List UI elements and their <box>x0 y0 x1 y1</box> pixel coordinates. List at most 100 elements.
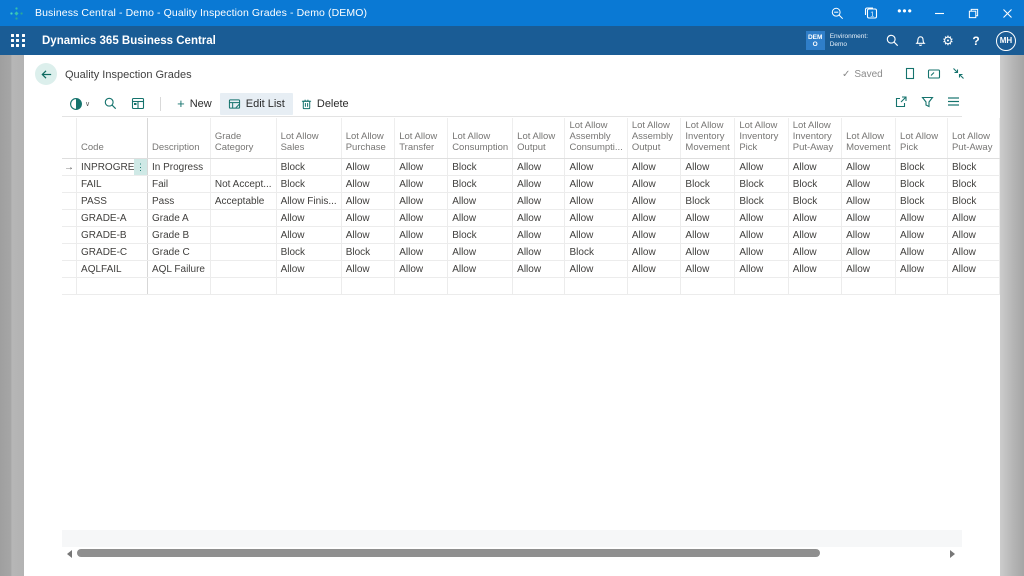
environment-badge[interactable]: DEMO <box>806 31 825 50</box>
cell[interactable] <box>735 278 788 295</box>
cell[interactable]: Allow <box>565 261 627 278</box>
cell[interactable]: Allow <box>448 244 513 261</box>
cell[interactable]: Allow Finis... <box>276 193 341 210</box>
cell[interactable]: Block <box>735 193 788 210</box>
cell[interactable] <box>210 278 276 295</box>
row-selector[interactable] <box>62 244 77 261</box>
cell[interactable]: Allow <box>788 227 841 244</box>
cell[interactable]: Allow <box>681 159 735 176</box>
cell[interactable]: Allow <box>565 210 627 227</box>
cell[interactable]: Block <box>276 159 341 176</box>
cell[interactable]: Allow <box>842 210 896 227</box>
cell[interactable] <box>210 159 276 176</box>
cell[interactable]: GRADE-B <box>77 227 148 244</box>
cell-context-menu[interactable]: ⋮ <box>134 159 147 175</box>
column-header[interactable]: Code <box>77 118 148 159</box>
cell[interactable]: Allow <box>341 176 395 193</box>
cell[interactable]: Block <box>681 176 735 193</box>
cell[interactable]: Allow <box>627 261 681 278</box>
column-header[interactable]: Lot Allow Put-Away <box>947 118 999 159</box>
cell[interactable]: Allow <box>513 227 565 244</box>
cell[interactable]: PASS <box>77 193 148 210</box>
cell[interactable]: Allow <box>341 159 395 176</box>
cell[interactable] <box>210 261 276 278</box>
cell[interactable] <box>395 278 448 295</box>
zoom-out-icon[interactable] <box>820 0 854 26</box>
cell[interactable]: Block <box>896 176 948 193</box>
cell[interactable] <box>147 278 210 295</box>
column-header[interactable]: Lot Allow Inventory Pick <box>735 118 788 159</box>
cell[interactable]: Allow <box>681 261 735 278</box>
cell[interactable]: Allow <box>448 210 513 227</box>
cell[interactable]: In Progress <box>147 159 210 176</box>
cell[interactable]: Block <box>896 193 948 210</box>
cell[interactable]: Allow <box>395 210 448 227</box>
row-selector[interactable] <box>62 227 77 244</box>
cell[interactable]: Pass <box>147 193 210 210</box>
row-selector[interactable] <box>62 261 77 278</box>
cell[interactable]: Allow <box>513 176 565 193</box>
bookmark-icon[interactable] <box>904 67 916 80</box>
cell[interactable]: Block <box>681 193 735 210</box>
cell[interactable]: Allow <box>565 159 627 176</box>
avatar[interactable]: MH <box>996 31 1016 51</box>
cell[interactable]: Block <box>896 159 948 176</box>
cell[interactable]: Allow <box>395 176 448 193</box>
cell[interactable]: GRADE-C <box>77 244 148 261</box>
notifications-bell-icon[interactable] <box>906 26 934 55</box>
cell[interactable]: Block <box>341 244 395 261</box>
cell[interactable]: Not Accept... <box>210 176 276 193</box>
cell[interactable]: Allow <box>681 210 735 227</box>
cell[interactable]: Allow <box>513 159 565 176</box>
settings-gear-icon[interactable]: ⚙ <box>934 26 962 55</box>
more-menu-icon[interactable]: ••• <box>888 0 922 26</box>
cell[interactable]: Allow <box>448 193 513 210</box>
cell[interactable]: Allow <box>842 159 896 176</box>
cell[interactable]: Allow <box>513 261 565 278</box>
cell[interactable] <box>947 278 999 295</box>
column-header[interactable]: Lot Allow Assembly Consumpti... <box>565 118 627 159</box>
cell[interactable] <box>210 227 276 244</box>
filter-funnel-icon[interactable] <box>921 96 934 111</box>
cell[interactable]: Allow <box>947 210 999 227</box>
cell[interactable]: Allow <box>842 227 896 244</box>
column-header[interactable]: Grade Category <box>210 118 276 159</box>
cell[interactable] <box>210 244 276 261</box>
cell[interactable]: Block <box>448 176 513 193</box>
cell[interactable] <box>77 278 148 295</box>
cell[interactable]: Allow <box>947 227 999 244</box>
cell[interactable]: Block <box>565 244 627 261</box>
cell[interactable]: Allow <box>395 227 448 244</box>
cell[interactable]: Allow <box>627 193 681 210</box>
row-selector[interactable] <box>62 176 77 193</box>
cell[interactable]: Block <box>735 176 788 193</box>
column-header[interactable]: Lot Allow Movement <box>842 118 896 159</box>
edit-list-button[interactable]: Edit List <box>220 93 293 115</box>
cell[interactable]: Allow <box>513 244 565 261</box>
cell[interactable]: Block <box>276 244 341 261</box>
cell[interactable]: Allow <box>788 210 841 227</box>
cell[interactable]: Allow <box>947 261 999 278</box>
cell[interactable]: Grade C <box>147 244 210 261</box>
cell[interactable]: Block <box>276 176 341 193</box>
options-menu-icon[interactable] <box>947 96 960 110</box>
tab-switcher-icon[interactable]: 1 <box>854 0 888 26</box>
row-selector[interactable] <box>62 210 77 227</box>
cell[interactable]: Acceptable <box>210 193 276 210</box>
cell[interactable]: Allow <box>735 227 788 244</box>
row-selector[interactable]: → <box>62 159 77 176</box>
cell[interactable]: GRADE-A <box>77 210 148 227</box>
cell[interactable]: Allow <box>842 244 896 261</box>
waffle-icon[interactable] <box>11 34 25 48</box>
cell[interactable]: Block <box>788 176 841 193</box>
column-header[interactable]: Lot Allow Inventory Movement <box>681 118 735 159</box>
search-icon[interactable] <box>878 26 906 55</box>
restore-icon[interactable] <box>956 0 990 26</box>
cell[interactable]: Block <box>448 159 513 176</box>
column-header[interactable]: Description <box>147 118 210 159</box>
search-list-icon[interactable] <box>97 93 124 115</box>
cell[interactable]: Allow <box>395 159 448 176</box>
cell[interactable]: Allow <box>896 261 948 278</box>
focus-mode-icon[interactable] <box>927 68 941 80</box>
cell[interactable]: Allow <box>842 193 896 210</box>
